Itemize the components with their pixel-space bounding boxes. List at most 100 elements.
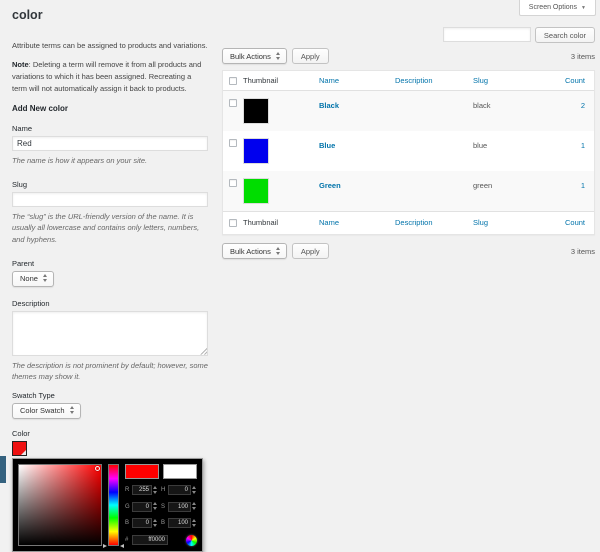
red-label: R — [125, 487, 132, 493]
hue-marker-icon[interactable] — [120, 544, 124, 548]
table-row: Green green 1 — [223, 171, 594, 211]
intro-text: Attribute terms can be assigned to produ… — [12, 40, 208, 51]
previous-color-swatch[interactable] — [163, 464, 197, 479]
bulk-actions-select[interactable]: Bulk Actions — [222, 243, 287, 259]
swatch-type-field: Swatch Type Color Swatch — [12, 391, 208, 419]
saturation-input[interactable]: 100 — [168, 502, 191, 512]
description-label: Description — [12, 299, 208, 308]
admin-page: Screen Options ▼ color Attribute terms c… — [0, 0, 600, 552]
table-footer-header: Thumbnail Name Description Slug Count — [223, 211, 594, 234]
stepper-arrows-icon[interactable] — [192, 519, 197, 528]
search-button[interactable]: Search color — [535, 27, 595, 43]
select-arrows-icon — [43, 274, 48, 283]
color-field: Color — [12, 429, 208, 552]
stepper-arrows-icon[interactable] — [192, 486, 197, 495]
slug-field: Slug The “slug” is the URL-friendly vers… — [12, 180, 208, 246]
brightness-label: B — [161, 520, 168, 526]
red-input[interactable]: 255 — [132, 485, 152, 495]
term-description — [395, 98, 473, 101]
column-header-slug[interactable]: Slug — [473, 218, 565, 227]
swatch-type-label: Swatch Type — [12, 391, 208, 400]
blue-input[interactable]: 0 — [132, 518, 152, 528]
name-label: Name — [12, 124, 208, 133]
term-description — [395, 178, 473, 181]
name-input[interactable] — [12, 136, 208, 151]
column-header-name[interactable]: Name — [319, 76, 395, 85]
select-all-checkbox[interactable] — [229, 219, 237, 227]
column-header-count[interactable]: Count — [565, 218, 585, 227]
screen-options-button[interactable]: Screen Options ▼ — [519, 0, 596, 16]
search-box: Search color — [222, 27, 595, 43]
term-name-link[interactable]: Green — [319, 181, 341, 190]
parent-select[interactable]: None — [12, 271, 54, 287]
term-count-link[interactable]: 1 — [581, 141, 585, 150]
term-count-link[interactable]: 1 — [581, 181, 585, 190]
hue-slider[interactable] — [108, 464, 119, 546]
row-checkbox[interactable] — [229, 179, 237, 187]
term-slug: blue — [473, 138, 565, 150]
saturation-field[interactable] — [18, 464, 102, 546]
swatch-type-select[interactable]: Color Swatch — [12, 403, 81, 419]
description-field: Description The description is not promi… — [12, 299, 208, 383]
new-color-swatch[interactable] — [125, 464, 159, 479]
saturation-cursor-icon[interactable] — [95, 466, 100, 471]
apply-button[interactable]: Apply — [292, 243, 329, 259]
term-count-link[interactable]: 2 — [581, 101, 585, 110]
hex-input[interactable]: ff0000 — [132, 535, 168, 545]
table-row: Blue blue 1 — [223, 131, 594, 171]
brightness-input-group: B 100 — [161, 518, 197, 528]
apply-button[interactable]: Apply — [292, 48, 329, 64]
green-input[interactable]: 0 — [132, 502, 152, 512]
description-help: The description is not prominent by defa… — [12, 360, 208, 383]
color-wheel-icon[interactable] — [186, 535, 197, 546]
slug-help: The “slug” is the URL-friendly version o… — [12, 211, 208, 246]
column-header-slug[interactable]: Slug — [473, 76, 565, 85]
add-term-panel: Attribute terms can be assigned to produ… — [12, 27, 208, 552]
term-description — [395, 138, 473, 141]
column-header-count[interactable]: Count — [565, 76, 585, 85]
term-thumbnail — [243, 98, 269, 124]
stepper-arrows-icon[interactable] — [192, 502, 197, 511]
hue-marker-icon[interactable] — [103, 544, 107, 548]
select-all-checkbox[interactable] — [229, 77, 237, 85]
add-new-heading: Add New color — [12, 104, 208, 113]
color-swatch-button[interactable] — [12, 441, 27, 456]
row-checkbox[interactable] — [229, 99, 237, 107]
table-header: Thumbnail Name Description Slug Count — [223, 71, 594, 91]
slug-input[interactable] — [12, 192, 208, 207]
row-checkbox[interactable] — [229, 139, 237, 147]
name-field: Name The name is how it appears on your … — [12, 124, 208, 167]
terms-table: Thumbnail Name Description Slug Count Bl… — [222, 70, 595, 235]
hue-input-group: H 0 — [161, 485, 197, 495]
admin-menu-edge-tab[interactable] — [0, 456, 6, 483]
note-text: Note: Deleting a term will remove it fro… — [12, 59, 208, 94]
stepper-arrows-icon[interactable] — [153, 486, 158, 495]
green-input-group: G 0 — [125, 502, 161, 512]
blue-input-group: B 0 — [125, 518, 161, 528]
column-header-description[interactable]: Description — [395, 76, 473, 85]
terms-list-panel: Search color Bulk Actions Apply 3 items … — [222, 27, 595, 265]
term-name-link[interactable]: Blue — [319, 141, 335, 150]
column-header-thumbnail: Thumbnail — [243, 76, 319, 85]
select-arrows-icon — [276, 52, 281, 61]
hue-input[interactable]: 0 — [168, 485, 191, 495]
page-title: color — [12, 0, 595, 27]
term-slug: black — [473, 98, 565, 110]
select-arrows-icon — [276, 247, 281, 256]
items-count: 3 items — [571, 247, 595, 256]
description-textarea[interactable] — [12, 311, 208, 356]
blue-label: B — [125, 520, 132, 526]
term-name-link[interactable]: Black — [319, 101, 339, 110]
search-input[interactable] — [443, 27, 531, 42]
column-header-name[interactable]: Name — [319, 218, 395, 227]
picker-controls: R 255 H 0 G — [125, 464, 197, 546]
stepper-arrows-icon[interactable] — [153, 502, 158, 511]
stepper-arrows-icon[interactable] — [153, 519, 158, 528]
color-picker: R 255 H 0 G — [12, 458, 203, 552]
green-label: G — [125, 504, 132, 510]
column-header-description[interactable]: Description — [395, 218, 473, 227]
hue-gradient[interactable] — [108, 464, 119, 546]
bulk-actions-select[interactable]: Bulk Actions — [222, 48, 287, 64]
brightness-input[interactable]: 100 — [168, 518, 191, 528]
screen-options-label: Screen Options — [529, 4, 577, 11]
